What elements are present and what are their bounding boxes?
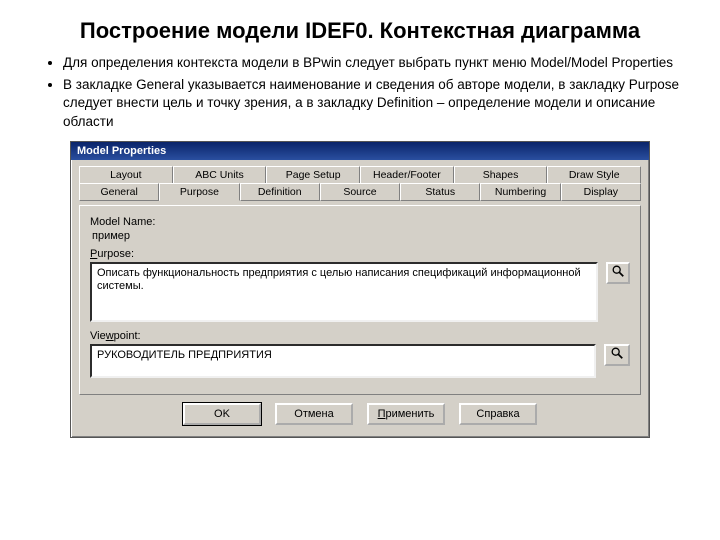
magnifier-icon bbox=[611, 264, 625, 281]
model-properties-dialog: Model Properties Layout ABC Units Page S… bbox=[70, 141, 650, 438]
tab-numbering[interactable]: Numbering bbox=[480, 183, 560, 201]
bullet-item: В закладке General указывается наименова… bbox=[63, 76, 685, 131]
tab-general[interactable]: General bbox=[79, 183, 159, 201]
purpose-label: Purpose: bbox=[90, 248, 630, 260]
dialog-titlebar: Model Properties bbox=[71, 142, 649, 160]
tab-draw-style[interactable]: Draw Style bbox=[547, 166, 641, 184]
viewpoint-lookup-button[interactable] bbox=[604, 344, 630, 366]
tab-source[interactable]: Source bbox=[320, 183, 400, 201]
apply-button[interactable]: Применить bbox=[367, 403, 445, 425]
purpose-lookup-button[interactable] bbox=[606, 262, 630, 284]
magnifier-icon bbox=[610, 346, 624, 363]
tab-status[interactable]: Status bbox=[400, 183, 480, 201]
tab-shapes[interactable]: Shapes bbox=[454, 166, 548, 184]
tab-header-footer[interactable]: Header/Footer bbox=[360, 166, 454, 184]
slide-title: Построение модели IDEF0. Контекстная диа… bbox=[35, 18, 685, 44]
dialog-button-bar: OK Отмена Применить Справка bbox=[79, 395, 641, 429]
tab-page-setup[interactable]: Page Setup bbox=[266, 166, 360, 184]
tab-abc-units[interactable]: ABC Units bbox=[173, 166, 267, 184]
tab-display[interactable]: Display bbox=[561, 183, 641, 201]
tab-strip: Layout ABC Units Page Setup Header/Foote… bbox=[79, 166, 641, 201]
viewpoint-textarea[interactable]: РУКОВОДИТЕЛЬ ПРЕДПРИЯТИЯ bbox=[90, 344, 596, 378]
model-name-label: Model Name: bbox=[90, 216, 630, 228]
model-name-value: пример bbox=[92, 230, 630, 242]
tab-layout[interactable]: Layout bbox=[79, 166, 173, 184]
cancel-button[interactable]: Отмена bbox=[275, 403, 353, 425]
help-button[interactable]: Справка bbox=[459, 403, 537, 425]
ok-button[interactable]: OK bbox=[183, 403, 261, 425]
tab-panel-purpose: Model Name: пример Purpose: Описать функ… bbox=[79, 205, 641, 395]
viewpoint-label: Viewpoint: bbox=[90, 330, 630, 342]
tab-purpose[interactable]: Purpose bbox=[159, 183, 239, 201]
tab-definition[interactable]: Definition bbox=[240, 183, 320, 201]
bullet-item: Для определения контекста модели в BPwin… bbox=[63, 54, 685, 72]
purpose-textarea[interactable]: Описать функциональность предприятия с ц… bbox=[90, 262, 598, 322]
bullet-list: Для определения контекста модели в BPwin… bbox=[35, 54, 685, 131]
